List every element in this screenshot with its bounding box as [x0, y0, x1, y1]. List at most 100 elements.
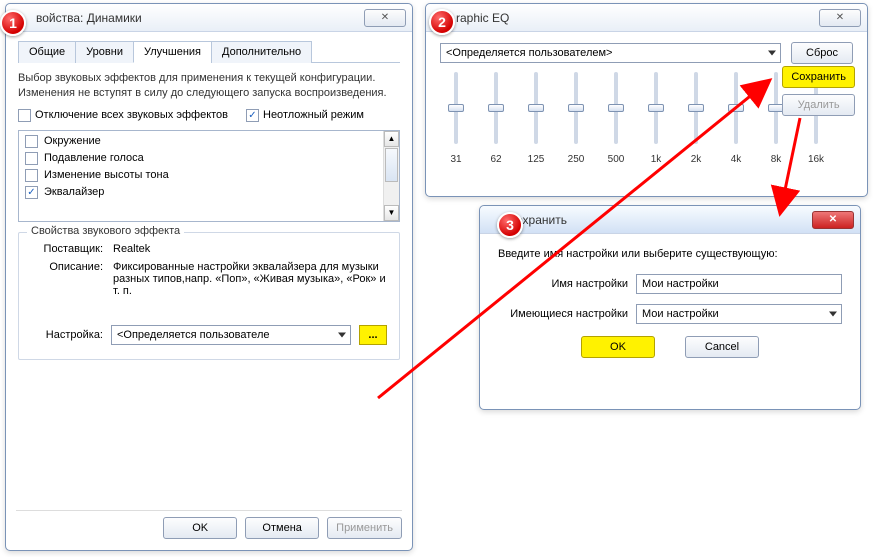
effect-properties-group: Свойства звукового эффекта Поставщик:Rea…: [18, 232, 400, 360]
close-icon: ✕: [829, 214, 837, 225]
eq-band: 4k: [722, 72, 750, 165]
list-item-label: Подавление голоса: [44, 152, 144, 164]
setting-browse-button[interactable]: ...: [359, 325, 387, 345]
scroll-up-icon[interactable]: ▲: [384, 131, 399, 147]
eq-band-label: 8k: [771, 154, 782, 165]
list-item[interactable]: Окружение: [21, 133, 397, 150]
list-item-label: Изменение высоты тона: [44, 169, 169, 181]
eq-thumb[interactable]: [688, 104, 704, 112]
tab-general[interactable]: Общие: [18, 41, 76, 63]
list-item[interactable]: ✓ Эквалайзер: [21, 184, 397, 201]
urgent-mode-checkbox[interactable]: ✓ Неотложный режим: [246, 109, 364, 122]
reset-button[interactable]: Сброс: [791, 42, 853, 64]
intro-text: Выбор звуковых эффектов для применения к…: [18, 71, 400, 101]
eq-thumb[interactable]: [568, 104, 584, 112]
eq-thumb[interactable]: [488, 104, 504, 112]
titlebar[interactable]: охранить ✕: [480, 206, 860, 234]
eq-band-label: 125: [528, 154, 545, 165]
group-title: Свойства звукового эффекта: [27, 225, 184, 237]
window-title: охранить: [516, 213, 812, 227]
speaker-properties-window: войства: Динамики ✕ Общие Уровни Улучшен…: [5, 3, 413, 551]
step-badge-3: 3: [497, 212, 523, 238]
eq-band: 500: [602, 72, 630, 165]
apply-button[interactable]: Применить: [327, 517, 402, 539]
eq-slider[interactable]: [614, 72, 618, 144]
save-button[interactable]: Сохранить: [782, 66, 855, 88]
list-item-label: Окружение: [44, 135, 101, 147]
tab-levels[interactable]: Уровни: [75, 41, 134, 63]
eq-band-label: 31: [450, 154, 461, 165]
cancel-button[interactable]: Cancel: [685, 336, 759, 358]
save-preset-window: охранить ✕ Введите имя настройки или выб…: [479, 205, 861, 410]
checkbox-label: Отключение всех звуковых эффектов: [35, 109, 228, 121]
description-label: Описание:: [31, 261, 103, 297]
eq-band: 2k: [682, 72, 710, 165]
setting-label: Настройка:: [31, 329, 103, 341]
description-value: Фиксированные настройки эквалайзера для …: [113, 261, 387, 297]
eq-slider[interactable]: [734, 72, 738, 144]
scroll-down-icon[interactable]: ▼: [384, 205, 399, 221]
eq-slider[interactable]: [774, 72, 778, 144]
preset-name-input[interactable]: Мои настройки: [636, 274, 842, 294]
eq-slider[interactable]: [654, 72, 658, 144]
close-button[interactable]: ✕: [819, 9, 861, 27]
preset-name-label: Имя настройки: [498, 278, 628, 290]
select-value: <Определяется пользователе: [117, 329, 269, 341]
vendor-label: Поставщик:: [31, 243, 103, 255]
eq-band-label: 2k: [691, 154, 702, 165]
eq-slider[interactable]: [494, 72, 498, 144]
eq-slider[interactable]: [694, 72, 698, 144]
list-item[interactable]: Подавление голоса: [21, 150, 397, 167]
titlebar[interactable]: raphic EQ ✕: [426, 4, 867, 32]
eq-slider[interactable]: [534, 72, 538, 144]
list-item-label: Эквалайзер: [44, 186, 104, 198]
ok-button[interactable]: OK: [163, 517, 237, 539]
checkbox-icon: [18, 109, 31, 122]
tab-enhancements[interactable]: Улучшения: [133, 41, 212, 63]
checkbox-icon: [25, 135, 38, 148]
input-value: Мои настройки: [642, 278, 719, 290]
eq-band: 31: [442, 72, 470, 165]
eq-band-label: 1k: [651, 154, 662, 165]
eq-slider[interactable]: [574, 72, 578, 144]
existing-presets-select[interactable]: Мои настройки: [636, 304, 842, 324]
close-button[interactable]: ✕: [364, 9, 406, 27]
list-item[interactable]: Изменение высоты тона: [21, 167, 397, 184]
ok-button[interactable]: OK: [581, 336, 655, 358]
eq-slider[interactable]: [454, 72, 458, 144]
window-title: войства: Динамики: [36, 11, 364, 25]
tab-advanced[interactable]: Дополнительно: [211, 41, 312, 63]
checkbox-label: Неотложный режим: [263, 109, 364, 121]
close-icon: ✕: [381, 12, 389, 23]
eq-band-label: 500: [608, 154, 625, 165]
scroll-thumb[interactable]: [385, 148, 398, 182]
vendor-value: Realtek: [113, 243, 387, 255]
eq-band: 1k: [642, 72, 670, 165]
setting-select[interactable]: <Определяется пользователе: [111, 325, 351, 345]
eq-thumb[interactable]: [608, 104, 624, 112]
eq-thumb[interactable]: [528, 104, 544, 112]
eq-thumb[interactable]: [448, 104, 464, 112]
preset-select[interactable]: <Определяется пользователем>: [440, 43, 781, 63]
checkbox-icon: [25, 152, 38, 165]
close-button[interactable]: ✕: [812, 211, 854, 229]
scrollbar[interactable]: ▲ ▼: [383, 131, 399, 221]
delete-button[interactable]: Удалить: [782, 94, 855, 116]
close-icon: ✕: [836, 12, 844, 23]
eq-band-label: 4k: [731, 154, 742, 165]
tab-strip: Общие Уровни Улучшения Дополнительно: [18, 40, 400, 63]
checkbox-icon: ✓: [25, 186, 38, 199]
eq-thumb[interactable]: [648, 104, 664, 112]
titlebar[interactable]: войства: Динамики ✕: [6, 4, 412, 32]
cancel-button[interactable]: Отмена: [245, 517, 319, 539]
effects-list[interactable]: Окружение Подавление голоса Изменение вы…: [18, 130, 400, 222]
eq-band-label: 16k: [808, 154, 824, 165]
step-badge-1: 1: [0, 10, 26, 36]
eq-thumb[interactable]: [728, 104, 744, 112]
prompt-text: Введите имя настройки или выберите сущес…: [498, 248, 842, 260]
disable-all-effects-checkbox[interactable]: Отключение всех звуковых эффектов: [18, 109, 228, 122]
graphic-eq-window: raphic EQ ✕ <Определяется пользователем>…: [425, 3, 868, 197]
window-title: raphic EQ: [456, 11, 819, 25]
eq-band-label: 62: [490, 154, 501, 165]
checkbox-icon: ✓: [246, 109, 259, 122]
